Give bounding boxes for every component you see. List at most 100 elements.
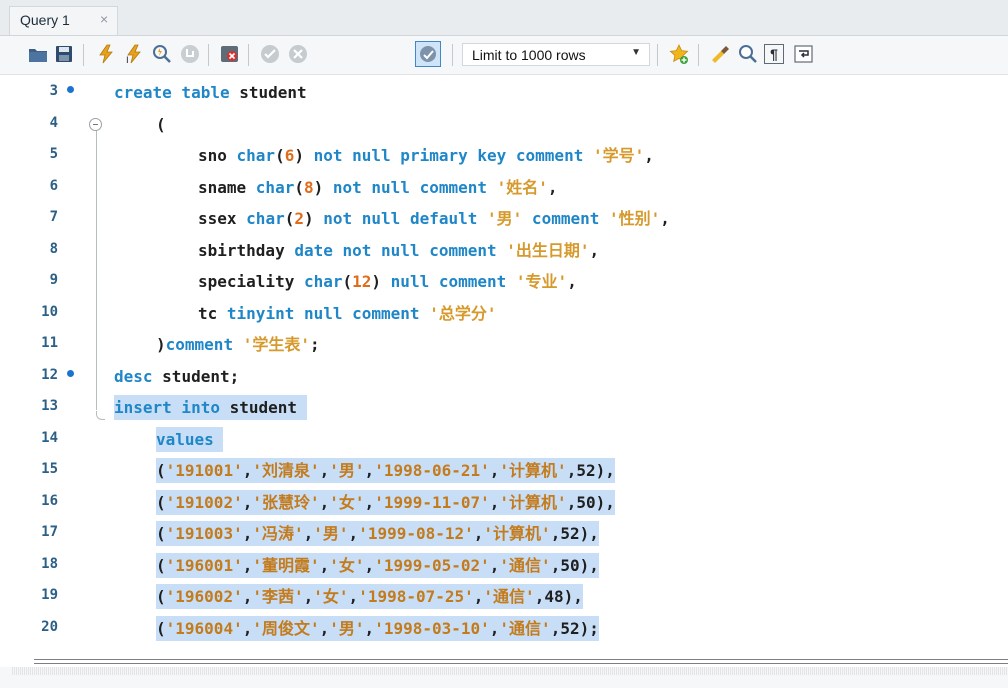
- code-token: null comment: [390, 272, 516, 291]
- execute-current-icon[interactable]: I: [122, 42, 146, 66]
- code-line[interactable]: 14 values: [0, 424, 1008, 455]
- line-number: 7: [49, 209, 58, 225]
- code-line[interactable]: 15 ('191001','刘清泉','男','1998-06-21','计算机'…: [0, 455, 1008, 486]
- stop-icon[interactable]: [178, 42, 202, 66]
- code-token: '周俊文': [252, 618, 320, 638]
- code-line[interactable]: 19 ('196002','李茜','女','1998-07-25','通信',4…: [0, 581, 1008, 612]
- code-token: ,: [364, 492, 375, 512]
- code-line[interactable]: 10 tc tinyint null comment '总学分': [0, 298, 1008, 329]
- code-token: ,: [242, 555, 253, 575]
- code-token: ,48),: [534, 587, 583, 606]
- code-token: ,: [473, 587, 484, 606]
- bookmark-star-icon[interactable]: [667, 42, 691, 66]
- code-text: ('191001','刘清泉','男','1998-06-21','计算机',5…: [156, 458, 615, 483]
- code-line[interactable]: 17 ('191003','冯涛','男','1999-08-12','计算机',…: [0, 518, 1008, 549]
- code-token: ,: [589, 240, 600, 260]
- output-pane: [0, 667, 1008, 688]
- code-token: (: [156, 618, 166, 638]
- code-token: ,: [242, 587, 253, 606]
- code-token: (: [156, 555, 166, 575]
- code-token: 12: [352, 272, 372, 291]
- code-token: 8: [303, 177, 314, 197]
- code-token: not null comment: [332, 177, 497, 197]
- pane-splitter[interactable]: [34, 659, 1008, 664]
- chevron-down-icon: ▼: [631, 47, 641, 58]
- tab-query-1[interactable]: Query 1 ×: [9, 6, 118, 35]
- code-token: '刘清泉': [252, 461, 320, 480]
- code-token: ,: [364, 555, 375, 575]
- code-token: ,: [242, 524, 253, 543]
- code-token: 6: [284, 146, 295, 165]
- code-line[interactable]: 4(: [0, 109, 1008, 140]
- code-token: ,: [319, 492, 330, 512]
- code-token: '男': [329, 461, 365, 480]
- code-token: '196004': [165, 618, 243, 638]
- code-token: ,: [348, 524, 359, 543]
- line-number: 16: [41, 492, 58, 509]
- code-line[interactable]: 9 speciality char(12) null comment '专业',: [0, 266, 1008, 297]
- code-token: ,: [364, 618, 375, 638]
- code-token: (: [156, 492, 166, 512]
- code-token: '1999-11-07': [374, 492, 490, 512]
- code-token: '男': [329, 618, 365, 638]
- find-icon[interactable]: [736, 42, 760, 66]
- toggle-error-icon[interactable]: [218, 42, 242, 66]
- code-line[interactable]: 7 ssex char(2) not null default '男' comme…: [0, 203, 1008, 234]
- code-token: values: [156, 429, 224, 449]
- rollback-icon[interactable]: [286, 42, 310, 66]
- commit-icon[interactable]: [258, 42, 282, 66]
- explain-icon[interactable]: [150, 42, 174, 66]
- code-text: ('196002','李茜','女','1998-07-25','通信',48)…: [156, 584, 583, 609]
- code-token: '冯涛': [252, 524, 304, 543]
- code-text: ('191002','张慧玲','女','1999-11-07','计算机',5…: [156, 489, 615, 515]
- code-token: '张慧玲': [252, 492, 320, 512]
- code-token: (: [156, 524, 166, 543]
- code-line[interactable]: 20 ('196004','周俊文','男','1998-03-10','通信',…: [0, 613, 1008, 644]
- code-line[interactable]: 11)comment '学生表';: [0, 329, 1008, 360]
- invisible-chars-icon[interactable]: ¶: [764, 44, 784, 64]
- line-number: 14: [41, 429, 58, 446]
- code-line[interactable]: 12 desc student;: [0, 361, 1008, 392]
- code-token: '通信': [483, 587, 535, 606]
- code-line[interactable]: 5 sno char(6) not null primary key commen…: [0, 140, 1008, 171]
- tab-label: Query 1: [20, 12, 70, 28]
- execute-icon[interactable]: [94, 42, 118, 66]
- svg-text:I: I: [126, 56, 129, 65]
- code-token: '191002': [165, 492, 243, 512]
- tab-close-icon[interactable]: ×: [100, 11, 108, 27]
- code-token: desc: [114, 366, 163, 386]
- line-number: 4: [49, 114, 58, 131]
- code-token: '1998-07-25': [358, 587, 474, 606]
- folder-open-icon[interactable]: [26, 42, 50, 66]
- code-token: '学号': [592, 146, 645, 165]
- code-line[interactable]: 3 create table student: [0, 77, 1008, 108]
- code-line[interactable]: 13 insert into student: [0, 392, 1008, 423]
- autocommit-icon[interactable]: [415, 41, 441, 67]
- code-token: tinyint null comment: [226, 303, 430, 323]
- code-token: char: [255, 177, 295, 197]
- code-text: sno char(6) not null primary key comment…: [198, 143, 654, 168]
- code-line[interactable]: 18 ('196001','董明霞','女','1999-05-02','通信',…: [0, 550, 1008, 581]
- sql-editor[interactable]: 3 create table student 4(5 sno char(6) not …: [0, 75, 1008, 650]
- code-line[interactable]: 8 sbirthday date not null comment '出生日期',: [0, 235, 1008, 266]
- limit-rows-select[interactable]: Limit to 1000 rows ▼: [462, 43, 650, 66]
- code-token: (: [284, 209, 295, 228]
- code-token: ,: [489, 461, 500, 480]
- code-line[interactable]: 16 ('191002','张慧玲','女','1999-11-07','计算机'…: [0, 487, 1008, 518]
- code-line[interactable]: 6 sname char(8) not null comment '姓名',: [0, 172, 1008, 203]
- beautify-icon[interactable]: [708, 42, 732, 66]
- line-number: 3: [49, 83, 58, 99]
- code-token: ,: [242, 461, 253, 480]
- line-number: 20: [41, 618, 58, 635]
- code-token: ,: [547, 177, 558, 197]
- code-token: '计算机': [499, 492, 567, 512]
- code-token: ): [313, 177, 333, 197]
- code-token: ,: [473, 524, 484, 543]
- horizontal-scrollbar[interactable]: [12, 667, 1008, 675]
- code-token: ,50),: [550, 555, 599, 575]
- code-token: ): [303, 209, 324, 228]
- code-token: ,: [489, 555, 500, 575]
- save-icon[interactable]: [52, 42, 76, 66]
- word-wrap-icon[interactable]: [792, 42, 816, 66]
- code-text: )comment '学生表';: [156, 332, 320, 357]
